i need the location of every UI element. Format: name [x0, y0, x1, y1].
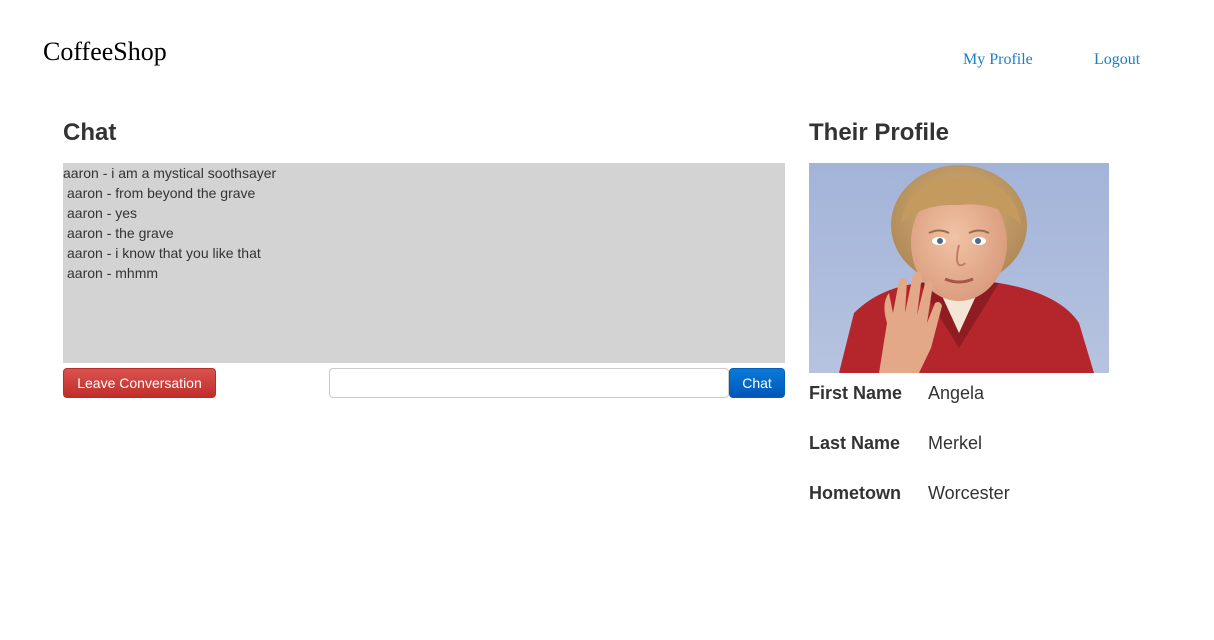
chat-message: aaron - i am a mystical soothsayer	[63, 165, 277, 181]
chat-message: aaron - i know that you like that	[67, 245, 261, 261]
hometown-label: Hometown	[809, 483, 901, 503]
profile-title: Their Profile	[809, 119, 950, 146]
nav-my-profile-link[interactable]: My Profile	[963, 50, 1033, 70]
profile-photo	[809, 163, 1109, 373]
chat-message: aaron - mhmm	[67, 265, 159, 281]
first-name-value: Angela	[928, 383, 985, 403]
chat-message-input[interactable]	[329, 368, 729, 398]
hometown-value: Worcester	[928, 483, 1010, 503]
nav-logout-link[interactable]: Logout	[1094, 50, 1140, 70]
chat-title: Chat	[63, 119, 117, 146]
send-chat-button[interactable]: Chat	[729, 368, 785, 398]
chat-log[interactable]: aaron - i am a mystical soothsayer aaron…	[63, 163, 785, 363]
leave-conversation-button[interactable]: Leave Conversation	[63, 368, 216, 398]
last-name-label: Last Name	[809, 433, 901, 453]
brand-logo[interactable]: CoffeeShop	[43, 36, 167, 68]
chat-message: aaron - the grave	[67, 225, 174, 241]
last-name-value: Merkel	[928, 433, 983, 453]
chat-message: aaron - from beyond the grave	[67, 185, 256, 201]
profile-photo-illustration	[809, 163, 1109, 373]
chat-message: aaron - yes	[67, 205, 138, 221]
first-name-label: First Name	[809, 383, 903, 403]
